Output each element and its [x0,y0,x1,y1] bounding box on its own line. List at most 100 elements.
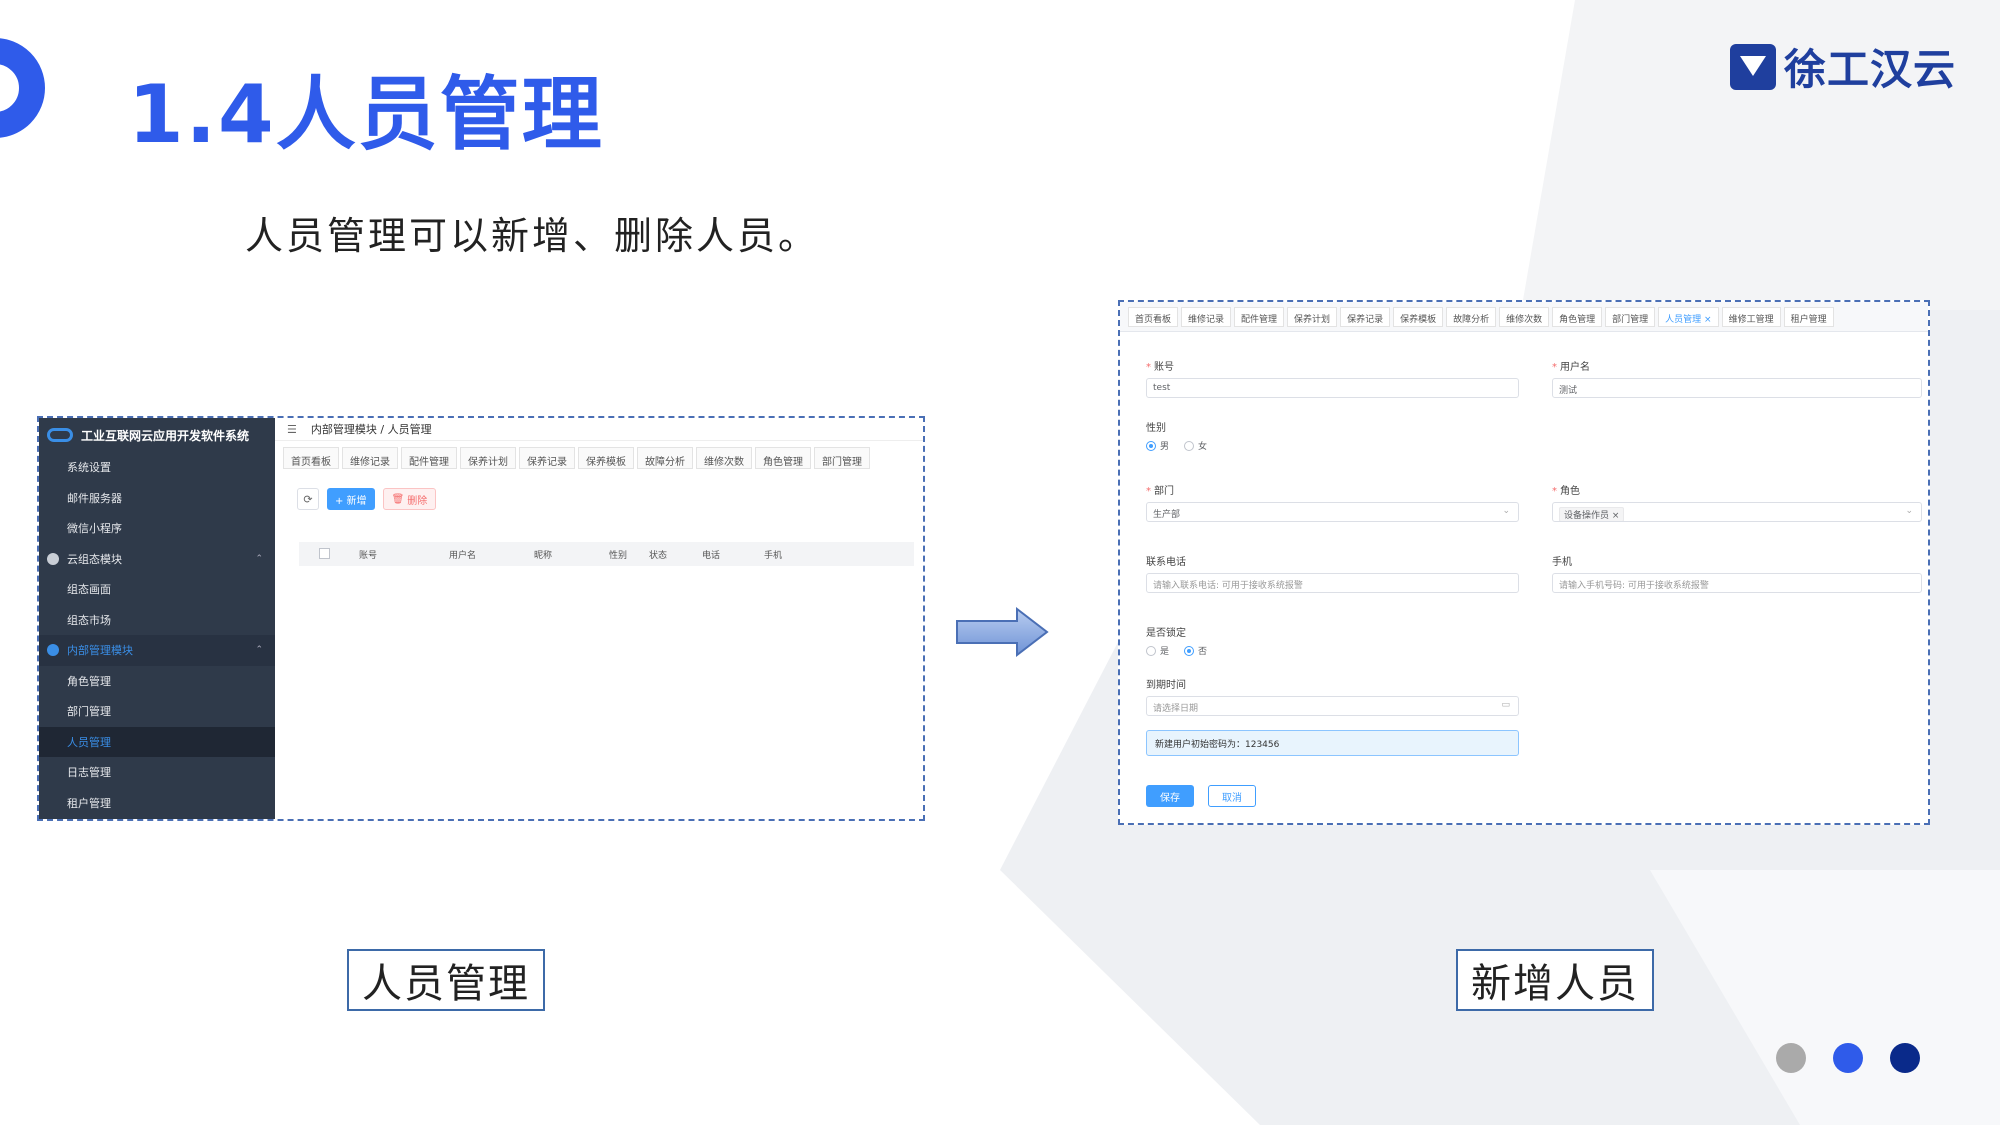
save-button[interactable]: 保存 [1146,785,1194,807]
username-label: * 用户名 [1552,362,1590,373]
tab-item[interactable]: 配件管理 [401,447,457,469]
personnel-list-screenshot: 工业互联网云应用开发软件系统 系统设置邮件服务器微信小程序 云组态模块 ⌃ 组态画面组… [37,416,925,821]
tab-item[interactable]: 维修记录 [1181,307,1232,327]
sidebar-item[interactable]: 部门管理 [39,696,275,727]
tab-item[interactable]: 配件管理 [1234,307,1285,327]
sidebar-item[interactable]: 组态画面 [39,574,275,605]
caption-right: 新增人员 [1456,949,1654,1011]
module-icon [47,644,59,657]
tab-item[interactable]: 角色管理 [755,447,811,469]
sidebar-item-label: 角色管理 [67,674,111,688]
username-input[interactable]: 测试 [1552,378,1922,398]
tab-item[interactable]: 维修记录 [342,447,398,469]
breadcrumb: ☰ 内部管理模块 / 人员管理 [275,418,923,440]
initial-password-notice: 新建用户初始密码为：123456 [1146,730,1519,756]
tab-item[interactable]: 故障分析 [637,447,693,469]
tab-item[interactable]: 保养模板 [578,447,634,469]
gender-male-radio[interactable]: 男 [1146,439,1169,452]
sidebar-item[interactable]: 邮件服务器 [39,483,275,514]
chevron-up-icon: ⌃ [255,553,263,564]
tab-item[interactable]: 人员管理 × [1658,307,1719,327]
cloud-logo-icon [47,428,73,442]
tab-item[interactable]: 部门管理 [1605,307,1656,327]
tab-item[interactable]: 首页看板 [1128,307,1179,327]
tab-item[interactable]: 角色管理 [1552,307,1603,327]
sidebar-item-label: 人员管理 [67,735,111,749]
logo-text: 徐工汉云 [1784,45,1957,94]
sidebar-item[interactable]: 组态市场 [39,605,275,636]
sidebar-item-label: 邮件服务器 [67,491,122,505]
sidebar-item-label: 内部管理模块 [67,644,133,658]
pagination-dots [1776,1043,1947,1073]
sidebar-item-label: 组态市场 [67,613,111,627]
mobile-label: 手机 [1552,557,1572,568]
arrow-right-icon [956,607,1049,657]
menu-toggle-icon[interactable]: ☰ [287,423,297,436]
role-tag: 设备操作员 × [1559,507,1625,521]
account-input[interactable]: test [1146,378,1519,398]
logo-mark-icon [1730,43,1776,90]
sidebar-item[interactable]: 日志管理 [39,757,275,788]
select-all-checkbox[interactable] [319,548,330,559]
gender-label: 性别 [1146,423,1166,434]
tab-item[interactable]: 保养模板 [1393,307,1444,327]
sidebar-menu: 系统设置 邮件服务器 微信小程序 云组态模块 ⌃ 组态画面 组态市场 内部管理模块 ⌃ 角色管理部… [39,452,275,818]
add-personnel-screenshot: 首页看板 维修记录 配件管理 保养计划 保养记录 保养模板 故障分析 维修次数 角色管理 部门管理… [1118,300,1930,825]
sidebar-item[interactable]: 角色管理 [39,666,275,697]
locked-no-radio[interactable]: 否 [1184,644,1207,657]
phone-label: 联系电话 [1146,557,1186,568]
tab-item[interactable]: 部门管理 [814,447,870,469]
dot-blue [1833,1043,1863,1073]
role-label: * 角色 [1552,486,1580,497]
chevron-down-icon: ⌄ [1905,506,1913,516]
sidebar-item[interactable]: 云组态模块 ⌃ [39,544,275,575]
sidebar-item-label: 日志管理 [67,766,111,780]
role-select[interactable]: 设备操作员 × ⌄ [1552,502,1922,522]
sidebar-item-label: 组态画面 [67,583,111,597]
sidebar-item-label: 部门管理 [67,705,111,719]
trash-icon: 🗑 [391,493,405,505]
chevron-down-icon: ⌄ [1502,506,1510,516]
tab-bar: 首页看板 维修记录 配件管理 保养计划 保养记录 保养模板 故障分析 维修次数 角色管理 部门管理… [1120,302,1928,332]
col-gender: 性别 [609,551,628,561]
col-mobile: 手机 [764,551,783,561]
tab-item[interactable]: 首页看板 [283,447,339,469]
account-label: * 账号 [1146,362,1174,373]
dept-select[interactable]: 生产部 ⌄ [1146,502,1519,522]
calendar-icon: ▭ [1501,700,1510,710]
sidebar-item[interactable]: 微信小程序 [39,513,275,544]
sidebar-item[interactable]: 人员管理 [39,726,275,757]
table-header: 账号 用户名 昵称 性别 状态 电话 手机 [299,542,914,566]
col-phone: 电话 [702,551,721,561]
dot-gray [1776,1043,1806,1073]
expire-date-input[interactable]: 请选择日期 ▭ [1146,696,1519,716]
tab-item[interactable]: 保养记录 [1340,307,1391,327]
tab-item[interactable]: 故障分析 [1446,307,1497,327]
mobile-input[interactable]: 请输入手机号码: 可用于接收系统报警 [1552,573,1922,593]
tab-bar: 首页看板 维修记录 配件管理 保养计划 保养记录 保养模板 故障分析 维修次数 角色管理 部门管理 [275,440,923,480]
locked-yes-radio[interactable]: 是 [1146,644,1169,657]
sidebar-item[interactable]: 内部管理模块 ⌃ [39,635,275,666]
cancel-button[interactable]: 取消 [1208,785,1256,807]
tab-item[interactable]: 维修工管理 [1721,307,1781,327]
system-header: 工业互联网云应用开发软件系统 [39,418,275,452]
subtitle: 人员管理可以新增、删除人员。 [245,214,820,258]
tab-item[interactable]: 保养记录 [519,447,575,469]
tab-item[interactable]: 租户管理 [1783,307,1834,327]
add-button[interactable]: + 新增 [327,488,375,510]
tab-item[interactable]: 保养计划 [1287,307,1338,327]
delete-button[interactable]: 🗑 删除 [382,488,437,510]
tab-item[interactable]: 保养计划 [460,447,516,469]
phone-input[interactable]: 请输入联系电话: 可用于接收系统报警 [1146,573,1519,593]
sidebar-item[interactable]: 系统设置 [39,452,275,483]
tab-item[interactable]: 维修次数 [696,447,752,469]
caption-left: 人员管理 [347,949,545,1011]
main-content: ☰ 内部管理模块 / 人员管理 首页看板 维修记录 配件管理 保养计划 保养记录 保养模板… [275,418,923,819]
sidebar-item[interactable]: 租户管理 [39,788,275,819]
refresh-button[interactable]: ⟳ [297,488,319,510]
module-icon [47,552,59,565]
company-logo: 徐工汉云 [1730,36,1956,97]
tab-item[interactable]: 维修次数 [1499,307,1550,327]
gender-female-radio[interactable]: 女 [1184,439,1207,452]
col-status: 状态 [649,551,668,561]
